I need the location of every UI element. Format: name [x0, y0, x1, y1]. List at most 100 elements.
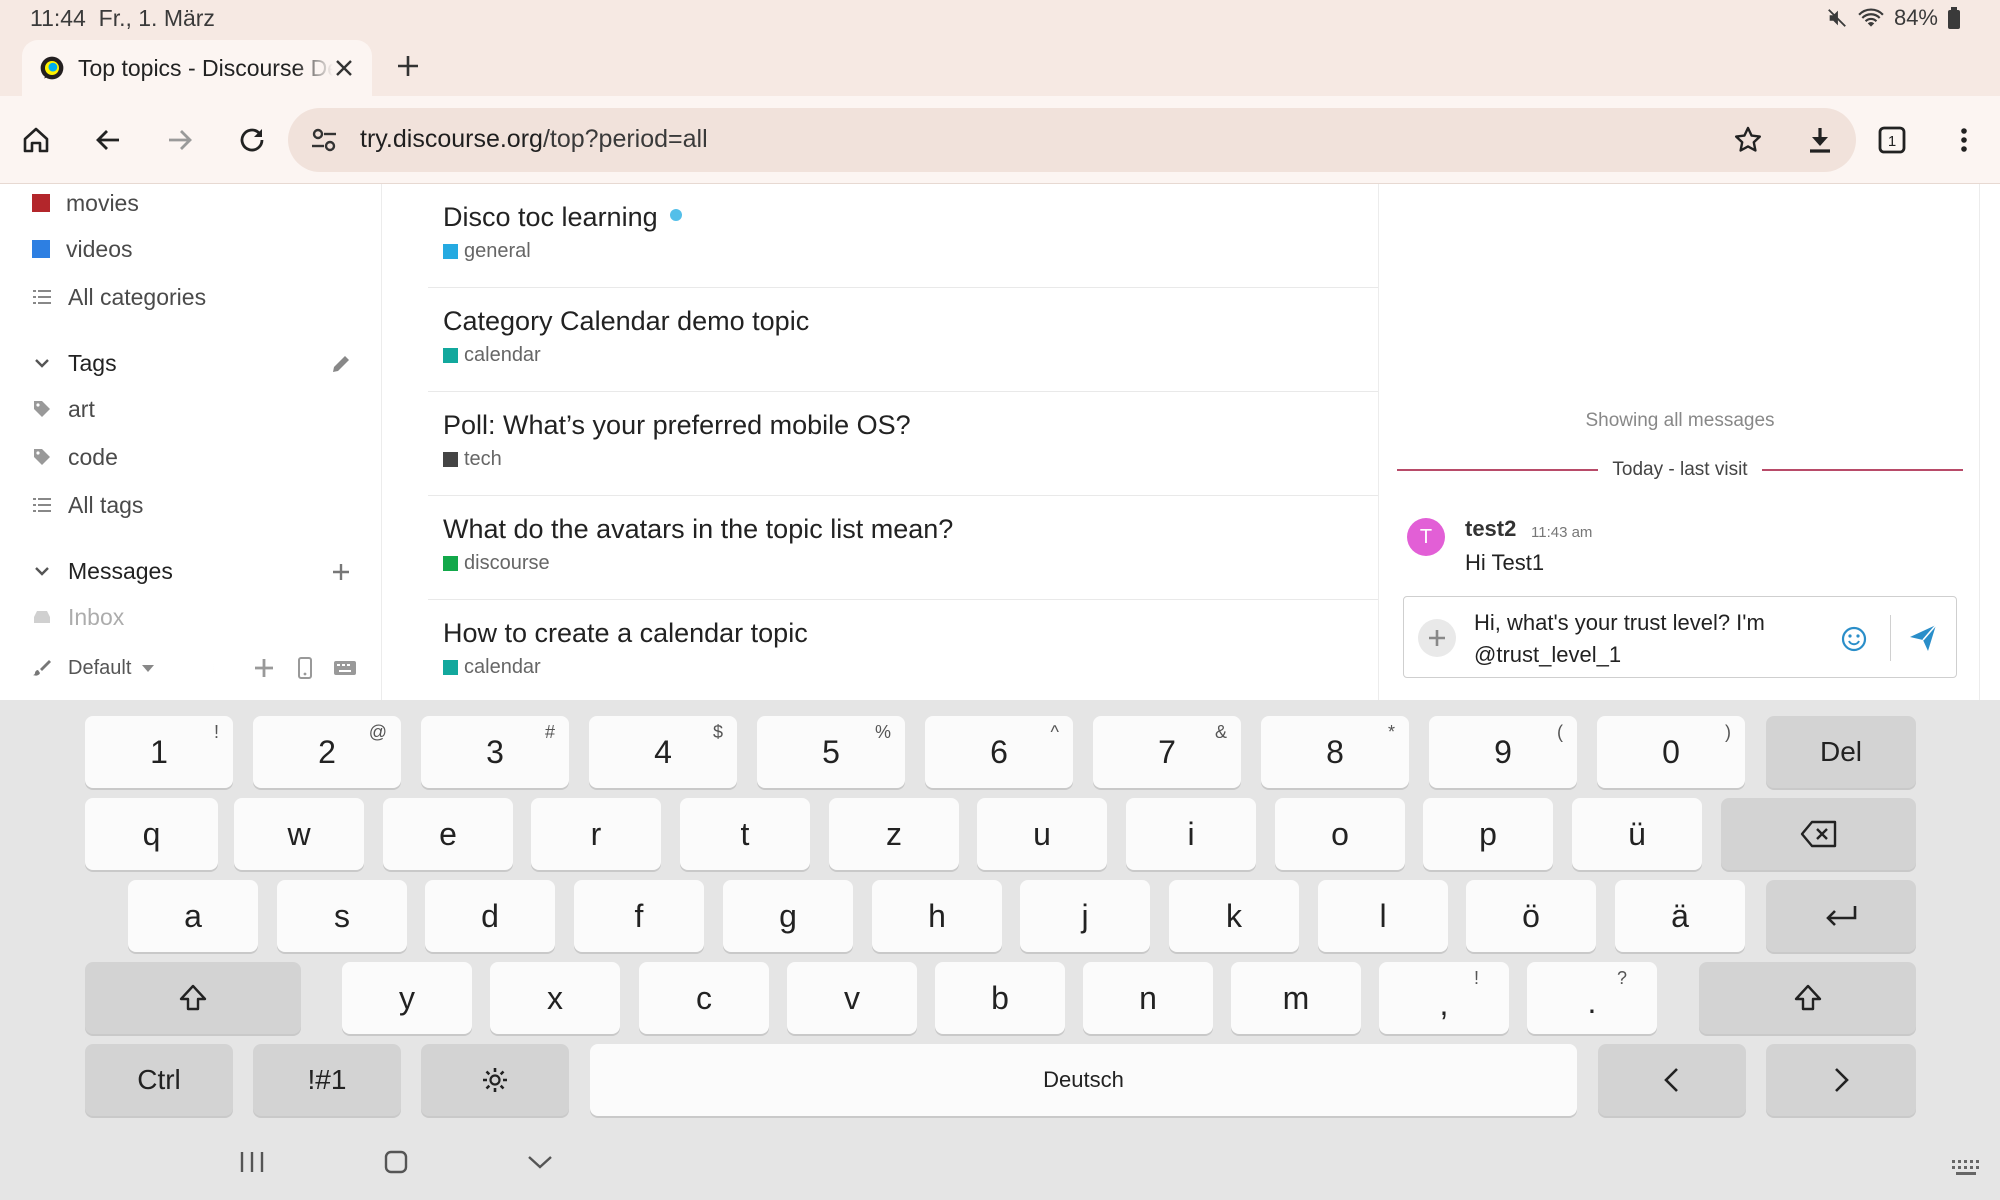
shift-left-key[interactable] — [85, 962, 301, 1034]
topic-title[interactable]: Category Calendar demo topic — [443, 306, 809, 337]
sidebar-item-all-categories[interactable]: All categories — [32, 280, 206, 314]
new-tab-icon[interactable] — [392, 50, 424, 82]
sidebar-item-all-tags[interactable]: All tags — [32, 488, 143, 522]
home-nav-icon[interactable] — [376, 1142, 416, 1182]
key-5[interactable]: 5% — [757, 716, 905, 788]
key-b[interactable]: b — [935, 962, 1065, 1034]
sidebar-item-videos[interactable]: videos — [32, 232, 132, 266]
key-4[interactable]: 4 $ — [589, 716, 737, 788]
topic-row[interactable]: Disco toc learning general — [428, 184, 1378, 288]
home-button[interactable] — [14, 118, 58, 162]
key-comma[interactable]: ,! — [1379, 962, 1509, 1034]
key-7[interactable]: 7 & — [1093, 716, 1241, 788]
keyboard-settings-key[interactable] — [421, 1044, 569, 1116]
url-text[interactable]: try.discourse.org/top?period=all — [360, 125, 708, 154]
edit-pencil-icon[interactable] — [329, 352, 353, 376]
topic-category[interactable]: general — [443, 240, 531, 263]
composer-input[interactable]: Hi, what's your trust level? I'm @trust_… — [1474, 607, 1834, 671]
key-s[interactable]: s — [277, 880, 407, 952]
sidebar-item-tag-art[interactable]: art — [32, 392, 95, 426]
topic-category[interactable]: tech — [443, 448, 502, 471]
key-p[interactable]: p — [1423, 798, 1553, 870]
key-m[interactable]: m — [1231, 962, 1361, 1034]
space-key[interactable]: Deutsch — [590, 1044, 1577, 1116]
key-8[interactable]: 8 * — [1261, 716, 1409, 788]
download-button[interactable] — [1798, 118, 1842, 162]
topic-row[interactable]: How to create a calendar topic calendar — [428, 600, 1378, 700]
key-j[interactable]: j — [1020, 880, 1150, 952]
sidebar-section-tags[interactable]: Tags — [32, 346, 117, 380]
symbols-key[interactable]: !#1 — [253, 1044, 401, 1116]
ctrl-key[interactable]: Ctrl — [85, 1044, 233, 1116]
keyboard-shortcuts-icon[interactable] — [333, 659, 357, 677]
dark-mode-moon-icon[interactable] — [207, 656, 231, 680]
avatar[interactable]: T — [1407, 518, 1445, 556]
key-x[interactable]: x — [490, 962, 620, 1034]
back-button[interactable] — [86, 118, 130, 162]
forward-button[interactable] — [158, 118, 202, 162]
topic-category[interactable]: calendar — [443, 344, 541, 367]
key-t[interactable]: t — [680, 798, 810, 870]
key-h[interactable]: h — [872, 880, 1002, 952]
sidebar-item-movies[interactable]: movies — [32, 186, 139, 220]
key-6[interactable]: 6 ^ — [925, 716, 1073, 788]
topic-title[interactable]: How to create a calendar topic — [443, 618, 808, 649]
new-message-plus-icon[interactable] — [329, 560, 353, 584]
key-a[interactable]: a — [128, 880, 258, 952]
key-0[interactable]: 0) — [1597, 716, 1745, 788]
cursor-left-key[interactable] — [1598, 1044, 1746, 1116]
send-icon[interactable] — [1908, 623, 1938, 653]
key-y[interactable]: y — [342, 962, 472, 1034]
key-9[interactable]: 9( — [1429, 716, 1577, 788]
recent-apps-icon[interactable] — [232, 1142, 272, 1182]
key-c[interactable]: c — [639, 962, 769, 1034]
key-e[interactable]: e — [383, 798, 513, 870]
key-o[interactable]: o — [1275, 798, 1405, 870]
topic-title[interactable]: Poll: What’s your preferred mobile OS? — [443, 410, 911, 441]
close-tab-icon[interactable] — [330, 54, 358, 82]
sidebar-item-inbox[interactable]: Inbox — [32, 600, 124, 634]
topic-title[interactable]: Disco toc learning — [443, 202, 682, 233]
site-settings-icon[interactable] — [310, 126, 338, 154]
reload-button[interactable] — [230, 118, 274, 162]
key-n[interactable]: n — [1083, 962, 1213, 1034]
sidebar-section-messages[interactable]: Messages — [32, 554, 173, 588]
key-ae[interactable]: ä — [1615, 880, 1745, 952]
url-bar[interactable]: try.discourse.org/top?period=all — [288, 108, 1856, 172]
key-u[interactable]: u — [977, 798, 1107, 870]
key-2[interactable]: 2 @ — [253, 716, 401, 788]
topic-row[interactable]: Poll: What’s your preferred mobile OS? t… — [428, 392, 1378, 496]
bookmark-button[interactable] — [1726, 118, 1770, 162]
key-k[interactable]: k — [1169, 880, 1299, 952]
key-i[interactable]: i — [1126, 798, 1256, 870]
enter-key[interactable] — [1766, 880, 1916, 952]
key-q[interactable]: q — [85, 798, 218, 870]
mobile-view-icon[interactable] — [297, 657, 313, 679]
sidebar-item-tag-code[interactable]: code — [32, 440, 118, 474]
caret-down-icon[interactable] — [141, 663, 155, 673]
hide-keyboard-chevron-icon[interactable] — [520, 1142, 560, 1182]
browser-tab-active[interactable]: Top topics - Discourse Demo — [22, 40, 372, 96]
chat-composer[interactable]: Hi, what's your trust level? I'm @trust_… — [1403, 596, 1957, 678]
key-period[interactable]: .? — [1527, 962, 1657, 1034]
key-r[interactable]: r — [531, 798, 661, 870]
composer-add-button[interactable] — [1418, 619, 1456, 657]
key-ue[interactable]: ü — [1572, 798, 1702, 870]
topic-row[interactable]: What do the avatars in the topic list me… — [428, 496, 1378, 600]
topic-category[interactable]: calendar — [443, 656, 541, 679]
key-oe[interactable]: ö — [1466, 880, 1596, 952]
topic-row[interactable]: Category Calendar demo topic calendar — [428, 288, 1378, 392]
shift-right-key[interactable] — [1699, 962, 1916, 1034]
cursor-right-key[interactable] — [1766, 1044, 1916, 1116]
topic-category[interactable]: discourse — [443, 552, 550, 575]
key-3[interactable]: 3 # — [421, 716, 569, 788]
key-z[interactable]: z — [829, 798, 959, 870]
key-v[interactable]: v — [787, 962, 917, 1034]
key-g[interactable]: g — [723, 880, 853, 952]
topic-title[interactable]: What do the avatars in the topic list me… — [443, 514, 953, 545]
theme-selector[interactable]: Default — [68, 657, 131, 680]
add-plus-icon[interactable] — [253, 657, 275, 679]
key-del[interactable]: Del — [1766, 716, 1916, 788]
menu-button[interactable] — [1942, 118, 1986, 162]
key-1[interactable]: 1! — [85, 716, 233, 788]
